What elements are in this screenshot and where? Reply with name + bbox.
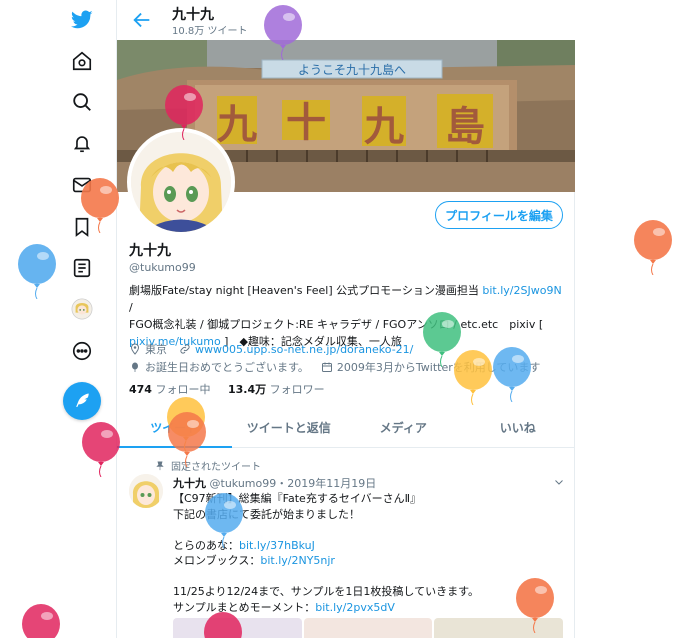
tweet-author-handle[interactable]: @tukumo99 [210,477,277,490]
tweet-date[interactable]: ・2019年11月19日 [276,477,376,490]
balloon-icon [454,350,492,405]
pin-icon [156,461,164,470]
handle: @tukumo99 [129,261,196,274]
tweet-image[interactable] [303,618,433,638]
sidebar-nav [55,0,111,638]
balloon-icon [18,244,56,299]
bio-text: FGO概念礼装 / 御城プロジェクト:RE キャラデザ / FGOアンソロ / … [129,318,544,331]
compose-tweet-button[interactable] [63,382,101,420]
followers-count: 13.4万 [227,383,267,396]
profile-avatar[interactable] [127,128,235,236]
balloon-icon [634,220,672,275]
followers-link[interactable]: 13.4万 フォロワー [228,383,325,396]
tweet-link[interactable]: bit.ly/37hBkuJ [239,539,315,552]
back-arrow-icon[interactable] [131,9,153,31]
edit-profile-button[interactable]: プロフィールを編集 [435,201,563,229]
following-link[interactable]: 474 フォロー中 [129,383,210,396]
explore-icon[interactable] [65,85,99,119]
tab-likes[interactable]: いいね [461,408,576,447]
location-text: 東京 [145,343,167,356]
banner-char-3: 九 [364,104,404,150]
following-count: 474 [129,383,152,396]
profile-meta-row: 東京 www005.upp.so-net.ne.jp/doraneko-21/ [129,341,413,357]
tweet-avatar[interactable] [129,474,163,508]
profile-header-bar: 九十九 10.8万 ツイート [117,0,575,40]
website-link[interactable]: www005.upp.so-net.ne.jp/doraneko-21/ [195,343,413,356]
profile-icon[interactable] [65,292,99,326]
feather-icon [76,393,89,407]
tweet-header: 九十九 @tukumo99・2019年11月19日 [173,475,376,491]
balloon-icon [205,493,243,548]
tweet-line: メロンブックス： [173,554,261,567]
header-name: 九十九 [172,7,214,23]
bio-text: / [129,301,133,314]
banner-sign-text: ようこそ九十九島へ [298,62,406,77]
tweet-link[interactable]: bit.ly/2NY5njr [260,554,335,567]
tweet-author-name[interactable]: 九十九 [173,477,206,490]
home-icon[interactable] [65,44,99,78]
followers-label: フォロワー [269,383,325,396]
balloon-icon [22,604,60,638]
location-icon [130,343,140,355]
tab-tweets-and-replies[interactable]: ツイートと返信 [232,408,347,447]
tweet-line: サンプルまとめモーメント： [173,600,316,614]
balloon-icon [82,422,120,477]
balloon-icon [81,178,119,233]
following-label: フォロー中 [155,383,211,396]
profile-bio: 劇場版Fate/stay night [Heaven's Feel] 公式プロモ… [129,282,565,350]
more-icon[interactable] [65,334,99,368]
balloon-icon [493,347,531,402]
chevron-down-icon[interactable] [553,476,565,488]
twitter-logo-icon[interactable] [65,2,99,36]
display-name: 九十九 [129,243,171,259]
tweet-link[interactable]: bit.ly/2pvx5dV [315,601,395,614]
lists-icon[interactable] [65,251,99,285]
balloon-icon [204,612,242,638]
tweet-line: 11/25より12/24まで、サンプルを1日1枚投稿していきます。 [173,585,479,598]
link-icon [180,344,190,354]
balloon-icon [165,85,203,140]
bio-link[interactable]: bit.ly/2SJwo9N [482,284,561,297]
balloon-icon [516,578,554,633]
tab-media[interactable]: メディア [346,408,461,447]
follow-counts: 474 フォロー中 13.4万 フォロワー [129,381,325,397]
balloon-icon [168,412,206,467]
banner-char-1: 九 [217,102,257,148]
balloon-icon [264,5,302,60]
notifications-icon[interactable] [65,126,99,160]
bio-text: 劇場版Fate/stay night [Heaven's Feel] 公式プロモ… [129,284,483,297]
birthday-text: お誕生日おめでとうございます。 [145,361,309,374]
banner-char-4: 島 [445,104,485,150]
header-tweet-count: 10.8万 ツイート [172,26,248,37]
calendar-icon [321,362,332,372]
balloon-icon [132,362,138,372]
banner-char-2: 十 [286,100,326,146]
